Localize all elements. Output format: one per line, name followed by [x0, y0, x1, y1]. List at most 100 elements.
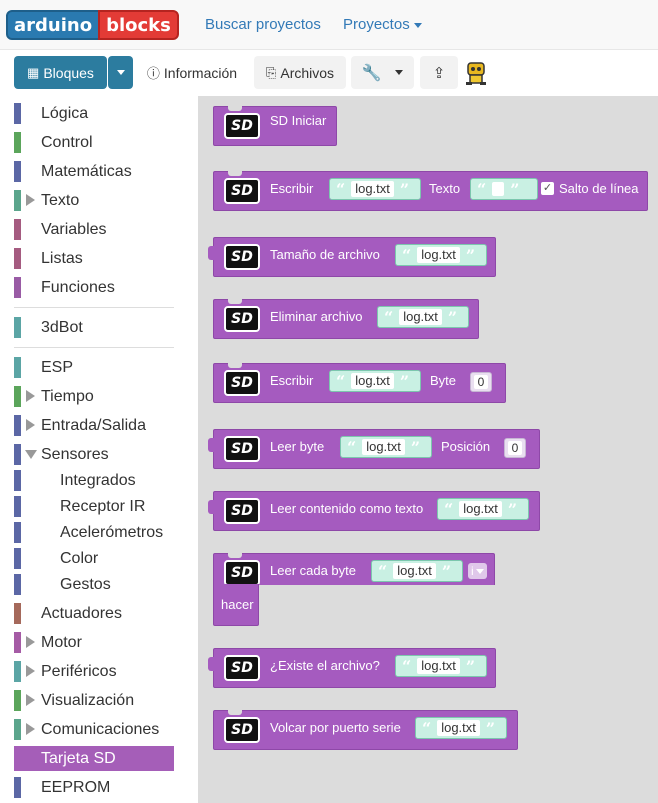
category-integrados[interactable]: Integrados — [14, 468, 174, 493]
byte-value-input[interactable]: 0 — [470, 372, 492, 392]
quote-close-icon: ” — [510, 179, 520, 199]
robot-avatar-icon[interactable] — [463, 56, 489, 89]
category-color[interactable]: Color — [14, 546, 174, 571]
filename-input[interactable]: “ log.txt ” — [371, 560, 463, 582]
sd-card-icon: SD — [224, 560, 260, 586]
category-label: Motor — [41, 633, 82, 651]
position-value-input[interactable]: 0 — [504, 438, 526, 458]
nav-search-projects[interactable]: Buscar proyectos — [205, 16, 321, 33]
quote-close-icon: ” — [410, 437, 421, 457]
category-label: Matemáticas — [41, 162, 132, 180]
category-sensores[interactable]: Sensores — [14, 442, 174, 467]
block-notch — [228, 363, 242, 368]
expand-arrow-icon — [26, 665, 35, 677]
filename-input[interactable]: “ log.txt ” — [329, 178, 421, 200]
newline-label: Salto de línea — [559, 181, 639, 196]
blocks-grid-icon: ▦ — [27, 64, 40, 80]
category-label: Control — [41, 133, 93, 151]
block-sd-write-text[interactable]: SD Escribir “log.txt” Texto “” ✓ Salto d… — [213, 171, 648, 211]
sd-card-icon: SD — [224, 244, 260, 270]
files-button[interactable]: ⎘ Archivos — [254, 56, 346, 89]
block-sd-read-each-body: hacer — [213, 584, 259, 626]
text-input[interactable]: “” — [470, 178, 538, 200]
quote-open-icon: “ — [444, 499, 454, 519]
blocks-label: Bloques — [43, 64, 94, 81]
logo-arduino: arduino — [6, 10, 101, 40]
byte-value: 0 — [473, 375, 489, 389]
block-sd-file-exists[interactable]: SD ¿Existe el archivo? “ log.txt ” — [208, 648, 496, 688]
quote-open-icon: “ — [402, 245, 412, 265]
category-color-bar — [14, 719, 21, 740]
tools-button[interactable]: 🔧 — [351, 56, 414, 89]
category-receptor-ir[interactable]: Receptor IR — [14, 494, 174, 519]
category-label: Visualización — [41, 691, 135, 709]
category-3dbot[interactable]: 3dBot — [14, 315, 174, 340]
category-label: Variables — [41, 220, 107, 238]
category-logica[interactable]: Lógica — [14, 101, 174, 126]
quote-close-icon: ” — [465, 245, 476, 265]
category-texto[interactable]: Texto — [14, 188, 174, 213]
category-comunicaciones[interactable]: Comunicaciones — [14, 717, 174, 742]
category-matematicas[interactable]: Matemáticas — [14, 159, 174, 184]
arduinoblocks-logo[interactable]: arduino blocks — [6, 8, 179, 42]
block-notch — [228, 171, 242, 176]
block-sd-write-byte[interactable]: SD Escribir “ log.txt ” Byte 0 — [213, 363, 506, 403]
block-label: Eliminar archivo — [270, 309, 363, 324]
position-value: 0 — [507, 441, 523, 455]
logo-blocks: blocks — [98, 10, 179, 40]
do-label: hacer — [221, 597, 254, 612]
filename-input[interactable]: “ log.txt ” — [437, 498, 529, 520]
filename-input[interactable]: “ log.txt ” — [395, 244, 487, 266]
output-connector — [208, 657, 215, 671]
blocks-dropdown-button[interactable] — [108, 56, 133, 89]
filename-input[interactable]: “ log.txt ” — [340, 436, 432, 458]
filename-input[interactable]: “ log.txt ” — [329, 370, 421, 392]
quote-close-icon: ” — [507, 499, 518, 519]
output-connector — [208, 438, 215, 452]
category-color-bar — [14, 496, 21, 517]
category-eeprom[interactable]: EEPROM — [14, 775, 174, 800]
filename-value: log.txt — [459, 501, 502, 517]
category-entrada-salida[interactable]: Entrada/Salida — [14, 413, 174, 438]
category-variables[interactable]: Variables — [14, 217, 174, 242]
category-tarjeta-sd[interactable]: Tarjeta SD — [14, 746, 174, 771]
newline-checkbox[interactable]: ✓ — [541, 182, 554, 195]
block-label: Volcar por puerto serie — [270, 720, 401, 735]
category-control[interactable]: Control — [14, 130, 174, 155]
category-color-bar — [14, 190, 21, 211]
filename-value: log.txt — [351, 181, 394, 197]
block-sd-read-each-byte[interactable]: SD Leer cada byte “ log.txt ” i — [213, 553, 495, 586]
expand-arrow-icon — [26, 390, 35, 402]
nav-projects-dropdown[interactable]: Proyectos — [343, 16, 422, 33]
block-sd-init[interactable]: SD SD Iniciar — [213, 106, 337, 146]
share-button[interactable]: ⇪ — [420, 56, 458, 89]
variable-name: i — [471, 564, 474, 578]
category-visualizacion[interactable]: Visualización — [14, 688, 174, 713]
block-sd-file-size[interactable]: SD Tamaño de archivo “ log.txt ” — [208, 237, 496, 277]
category-perifericos[interactable]: Periféricos — [14, 659, 174, 684]
variable-i-dropdown[interactable]: i — [468, 563, 487, 579]
category-funciones[interactable]: Funciones — [14, 275, 174, 300]
filename-input[interactable]: “ log.txt ” — [377, 306, 469, 328]
block-sd-read-text[interactable]: SD Leer contenido como texto “ log.txt ” — [208, 491, 540, 531]
filename-input[interactable]: “ log.txt ” — [395, 655, 487, 677]
sd-logo-text: SD — [231, 183, 253, 199]
toolbox-sidebar: Lógica Control Matemáticas Texto Variabl… — [0, 96, 198, 803]
category-tiempo[interactable]: Tiempo — [14, 384, 174, 409]
category-listas[interactable]: Listas — [14, 246, 174, 271]
block-sd-dump-serial[interactable]: SD Volcar por puerto serie “ log.txt ” — [213, 710, 518, 750]
block-sd-read-byte[interactable]: SD Leer byte “ log.txt ” Posición 0 — [208, 429, 540, 469]
block-sd-delete-file[interactable]: SD Eliminar archivo “ log.txt ” — [213, 299, 479, 339]
category-acelerometros[interactable]: Acelerómetros — [14, 520, 174, 545]
block-label: ¿Existe el archivo? — [270, 658, 380, 673]
category-motor[interactable]: Motor — [14, 630, 174, 655]
blocks-button[interactable]: ▦ Bloques — [14, 56, 107, 89]
category-esp[interactable]: ESP — [14, 355, 174, 380]
filename-value: log.txt — [351, 373, 394, 389]
category-actuadores[interactable]: Actuadores — [14, 601, 174, 626]
sidebar-separator — [14, 347, 174, 348]
filename-input[interactable]: “ log.txt ” — [415, 717, 507, 739]
category-gestos[interactable]: Gestos — [14, 572, 174, 597]
expand-arrow-icon — [26, 419, 35, 431]
info-button[interactable]: ⓘ Información — [140, 56, 244, 89]
